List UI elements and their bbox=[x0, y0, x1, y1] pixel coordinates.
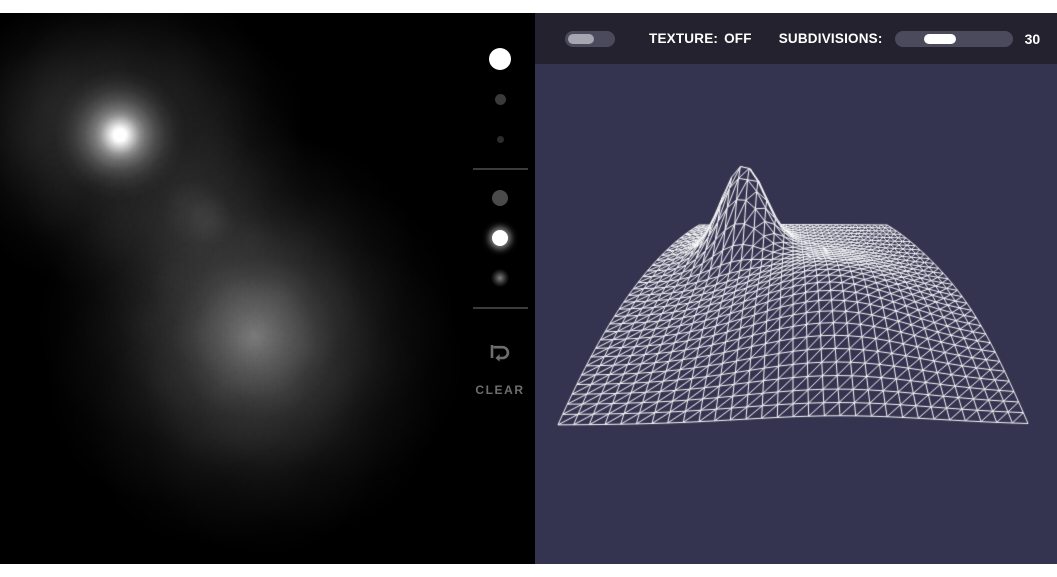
clear-button[interactable]: CLEAR bbox=[465, 341, 535, 397]
brush-dot-icon bbox=[489, 48, 511, 70]
palette-divider bbox=[472, 168, 528, 170]
brush-size-medium[interactable] bbox=[465, 79, 535, 119]
texture-label: TEXTURE: bbox=[649, 31, 719, 46]
subdivisions-control-group: SUBDIVISIONS: 30 bbox=[778, 30, 1047, 47]
brush-hardness-soft[interactable] bbox=[465, 218, 535, 258]
brush-hardness-feathered[interactable] bbox=[465, 258, 535, 298]
brush-size-large[interactable] bbox=[465, 39, 535, 79]
app-root: CLEAR TEXTURE: OFF SUBDIVISIONS: 30 bbox=[0, 13, 1057, 564]
palette-divider bbox=[472, 307, 528, 309]
undo-arrow-icon bbox=[487, 341, 513, 363]
texture-value: OFF bbox=[724, 31, 752, 46]
texture-control-group: TEXTURE: OFF bbox=[565, 30, 752, 47]
brush-size-small[interactable] bbox=[465, 119, 535, 159]
subdivisions-value: 30 bbox=[1024, 30, 1041, 47]
brush-palette: CLEAR bbox=[465, 13, 535, 564]
texture-toggle[interactable] bbox=[565, 30, 615, 47]
brush-dot-icon bbox=[494, 93, 506, 105]
heightmap-paint-canvas[interactable] bbox=[0, 13, 535, 564]
viewport-pane: TEXTURE: OFF SUBDIVISIONS: 30 bbox=[535, 13, 1057, 564]
wireframe-3d-viewport[interactable] bbox=[535, 64, 1057, 564]
clear-label: CLEAR bbox=[475, 383, 525, 397]
slider-knob-icon[interactable] bbox=[923, 33, 956, 44]
toggle-knob-icon bbox=[568, 33, 594, 44]
brush-dot-icon bbox=[492, 190, 508, 206]
heightmap-pane: CLEAR bbox=[0, 13, 535, 564]
subdivisions-slider[interactable] bbox=[894, 30, 1013, 47]
brush-dot-icon bbox=[491, 269, 509, 287]
subdivisions-label: SUBDIVISIONS: bbox=[778, 31, 883, 46]
brush-hardness-hard[interactable] bbox=[465, 178, 535, 218]
brush-dot-icon bbox=[496, 135, 504, 143]
brush-dot-icon bbox=[492, 230, 508, 246]
viewport-toolbar: TEXTURE: OFF SUBDIVISIONS: 30 bbox=[535, 13, 1057, 64]
